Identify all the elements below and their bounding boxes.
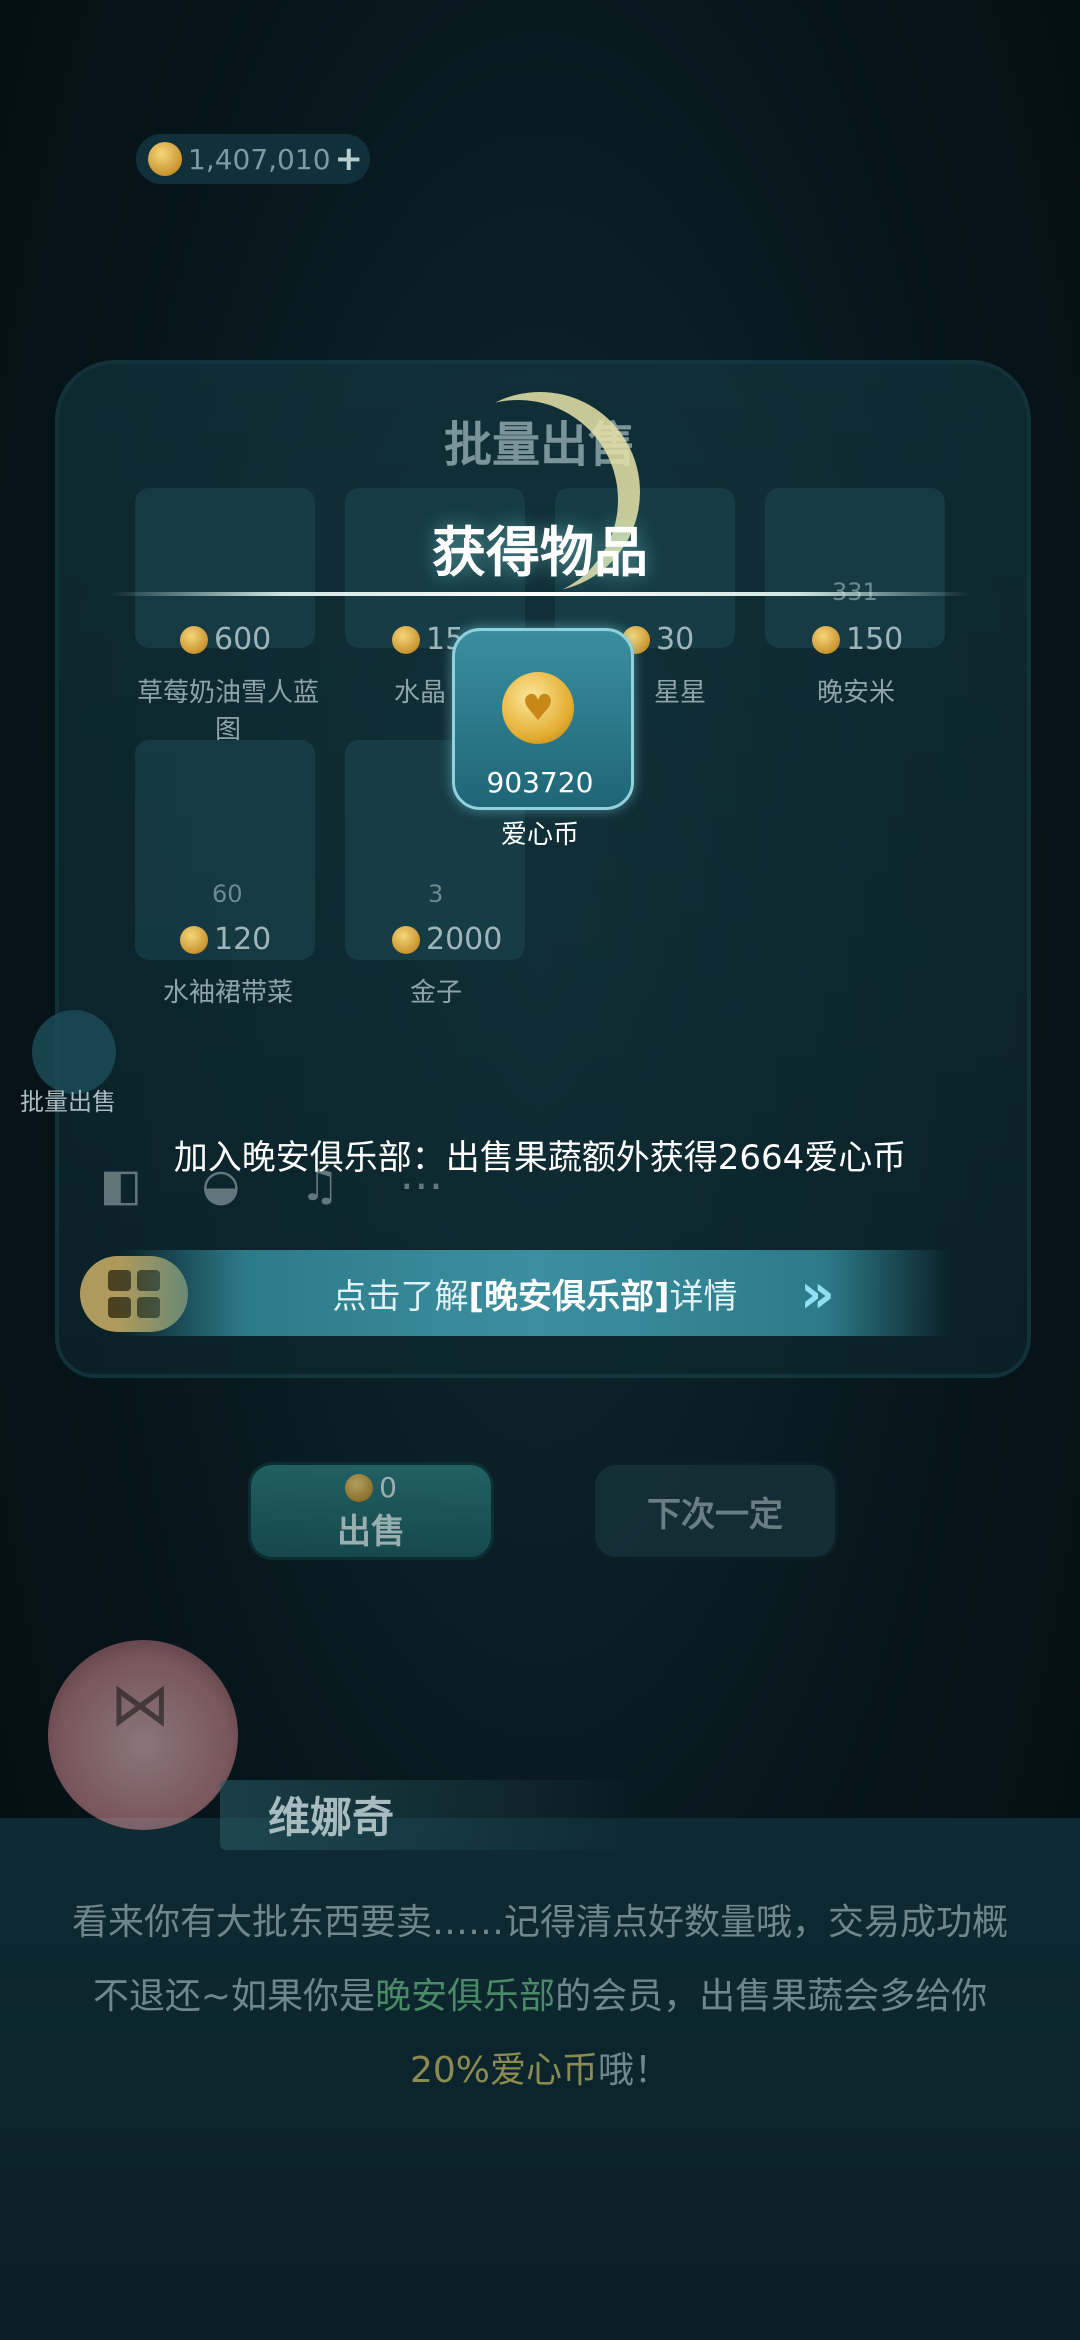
club-details-banner[interactable]: 点击了解 [晚安俱乐部] 详情 [120, 1250, 950, 1336]
title-divider [110, 592, 970, 596]
coin-icon [392, 925, 420, 954]
popup-title: 获得物品 [432, 521, 648, 584]
next-time-button[interactable]: 下次一定 [592, 1462, 838, 1560]
banner-club-name: [晚安俱乐部] [468, 1276, 670, 1317]
coin-icon [180, 925, 208, 954]
item-name: 水袖裙带菜 [162, 978, 293, 1008]
item-count: 3 [428, 880, 444, 908]
item-price: 2000 [392, 922, 502, 957]
currency-amount: 1,407,010 [188, 142, 331, 176]
heart-coin-icon: ♥ [502, 672, 574, 744]
coin-icon [180, 625, 208, 654]
reward-name: 爱心币 [500, 820, 579, 850]
item-price: 150 [812, 622, 903, 657]
banner-suffix: 详情 [669, 1276, 738, 1317]
add-currency-icon[interactable]: + [335, 139, 364, 179]
sell-label: 出售 [337, 1512, 405, 1552]
item-name: 星星 [653, 678, 706, 708]
sell-price: 0 [251, 1471, 491, 1504]
bow-icon: ⋈ [110, 1670, 170, 1740]
sell-button[interactable]: 0 出售 [248, 1462, 494, 1560]
coin-icon [148, 142, 182, 176]
item-name: 金子 [409, 978, 462, 1008]
npc-dialog-text: 看来你有大批东西要卖……记得清点好数量哦，交易成功概不退还~如果你是晚安俱乐部的… [71, 1902, 1008, 2091]
banner-prefix: 点击了解 [332, 1276, 469, 1317]
item-name: 晚安米 [816, 678, 895, 708]
reward-amount: 903720 [486, 766, 594, 799]
item-name: 草莓奶油雪人蓝图 [136, 678, 319, 745]
item-price: 120 [180, 922, 271, 957]
chat-icon[interactable]: ◧ [100, 1160, 142, 1211]
item-price: 600 [180, 622, 271, 657]
double-chevron-right-icon[interactable]: » [800, 1262, 835, 1325]
bulk-sell-side-label: 批量出售 [20, 1088, 116, 1116]
npc-name: 维娜奇 [268, 1793, 395, 1842]
coin-icon [392, 625, 420, 654]
coin-icon [345, 1473, 374, 1502]
currency-counter[interactable]: 1,407,010 + [136, 134, 370, 184]
item-count: 60 [212, 880, 243, 908]
coin-icon [812, 625, 840, 654]
club-notice: 加入晚安俱乐部：出售果蔬额外获得2664爱心币 [173, 1138, 907, 1178]
